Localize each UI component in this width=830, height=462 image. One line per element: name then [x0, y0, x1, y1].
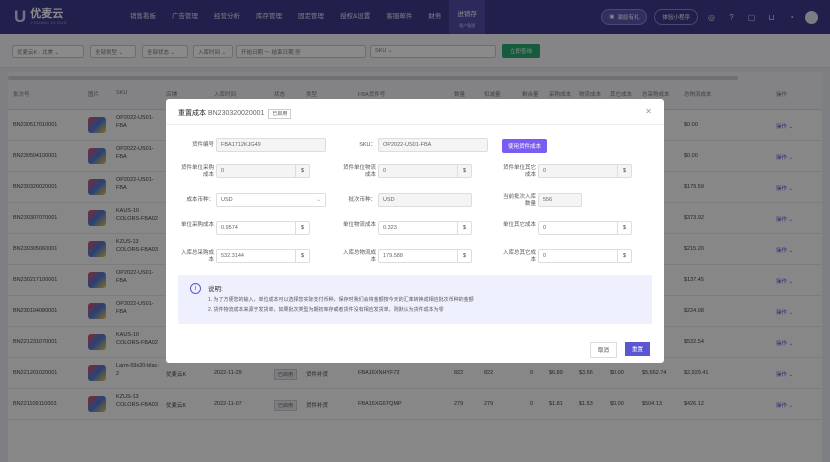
status-badge: 已启用 [268, 109, 292, 119]
total-other-value: 0 [543, 253, 547, 259]
currency-select[interactable]: USD ⌄ [216, 193, 326, 207]
currency-unit: $ [617, 165, 631, 177]
other-unit-label: 货件单位其它成本 [502, 165, 536, 178]
unit-other-value: 0 [543, 225, 547, 231]
note-line-2: 2. 货件物流成本来源于发货单，如果批次类型为期初库存或者货件没有相应发货单，则… [208, 307, 444, 313]
total-logistics-field[interactable]: 179.588 $ [378, 249, 472, 263]
cancel-button[interactable]: 取消 [590, 342, 618, 358]
unit-purchase-field[interactable]: 0.9574 $ [216, 221, 310, 235]
total-other-label: 入库总其它成本 [502, 250, 536, 263]
purchase-unit-label: 货件单位采购成本 [180, 165, 214, 178]
total-purchase-label: 入库总采购成本 [180, 250, 214, 263]
batch-currency-label: 批次币种： [348, 197, 376, 203]
reset-cost-modal: 重置成本 BN230320020001 已启用 ✕ 货件编号 FBA1712KJG… [166, 99, 664, 363]
note-line-1: 1. 为了方便您的输入，单位成本可以选择您实际支付币种，保存时我们会将金额按今天… [208, 297, 474, 303]
unit-purchase-value: 0.9574 [221, 225, 238, 231]
info-icon: i [190, 283, 201, 294]
total-purchase-value: 532.3144 [221, 253, 244, 259]
shipment-label: 货件编号 [191, 142, 214, 148]
note-title: 说明: [208, 286, 223, 293]
currency-unit: $ [457, 250, 471, 262]
batch-currency-field[interactable]: USD [378, 193, 472, 207]
total-logistics-value: 179.588 [383, 253, 403, 259]
total-purchase-field[interactable]: 532.3144 $ [216, 249, 310, 263]
use-shipment-cost-button[interactable]: 使用货件成本 [502, 139, 548, 153]
purchase-unit-value: 0 [221, 168, 225, 174]
close-icon[interactable]: ✕ [645, 107, 652, 116]
currency-label: 成本币种： [186, 197, 214, 203]
batch-qty-field[interactable]: 556 [538, 193, 582, 207]
other-unit-field[interactable]: 0 $ [538, 164, 632, 178]
sku-field[interactable]: OP2022-US01-FBA [378, 138, 488, 152]
info-note: i 说明: 1. 为了方便您的输入，单位成本可以选择您实际支付币种，保存时我们会… [178, 275, 652, 324]
chevron-down-icon: ⌄ [316, 197, 321, 203]
unit-logistics-field[interactable]: 0.323 $ [378, 221, 472, 235]
unit-logistics-value: 0.323 [383, 225, 397, 231]
batch-qty-label: 当前批次入库数量 [502, 194, 536, 207]
shipment-field[interactable]: FBA1712KJG49 [216, 138, 326, 152]
logistics-unit-label: 货件单位物流成本 [342, 165, 376, 178]
logistics-unit-field[interactable]: 0 $ [378, 164, 472, 178]
unit-purchase-label: 单位采购成本 [180, 222, 214, 228]
other-unit-value: 0 [543, 168, 547, 174]
currency-unit: $ [295, 165, 309, 177]
currency-unit: $ [295, 222, 309, 234]
sku-label: SKU： [359, 142, 376, 148]
batch-qty-value: 556 [543, 197, 553, 203]
sku-value: OP2022-US01-FBA [383, 142, 432, 148]
currency-unit: $ [457, 165, 471, 177]
unit-other-field[interactable]: 0 $ [538, 221, 632, 235]
currency-unit: $ [295, 250, 309, 262]
modal-title: 重置成本 BN230320020001 已启用 [178, 108, 292, 119]
unit-logistics-label: 单位物流成本 [342, 222, 376, 228]
modal-batch-code: BN230320020001 [207, 110, 265, 117]
total-logistics-label: 入库总物流成本 [342, 250, 376, 263]
logistics-unit-value: 0 [383, 168, 387, 174]
currency-select-value: USD [221, 197, 233, 203]
modal-title-text: 重置成本 [178, 110, 206, 117]
modal-header: 重置成本 BN230320020001 已启用 ✕ [166, 99, 664, 125]
currency-unit: $ [617, 250, 631, 262]
unit-other-label: 单位其它成本 [502, 222, 536, 228]
total-other-field[interactable]: 0 $ [538, 249, 632, 263]
purchase-unit-field[interactable]: 0 $ [216, 164, 310, 178]
batch-currency-value: USD [383, 197, 395, 203]
shipment-value: FBA1712KJG49 [221, 142, 261, 148]
currency-unit: $ [617, 222, 631, 234]
currency-unit: $ [457, 222, 471, 234]
reset-button[interactable]: 重置 [625, 342, 651, 356]
